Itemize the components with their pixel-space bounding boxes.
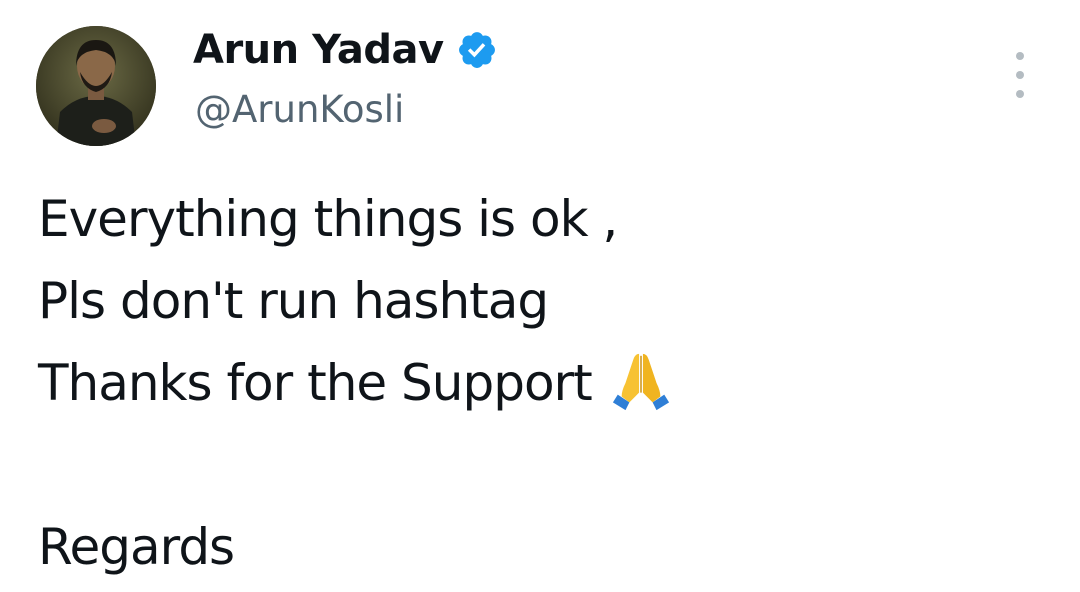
tweet-line: Thanks for the Support: [38, 342, 672, 424]
avatar[interactable]: [36, 26, 156, 146]
tweet-line-text: Pls don't run hashtag: [38, 272, 549, 330]
dot: [1016, 71, 1024, 79]
dot: [1016, 52, 1024, 60]
more-options-icon[interactable]: [1009, 52, 1031, 98]
tweet-line: Pls don't run hashtag: [38, 260, 672, 342]
tweet-line: Regards: [38, 518, 235, 576]
tweet-card: Arun Yadav @ArunKosli Everything things …: [0, 0, 1080, 592]
folded-hands-emoji: [612, 353, 669, 411]
tweet-line: [38, 424, 672, 506]
tweet-text: Everything things is ok , Pls don't run …: [38, 178, 672, 588]
avatar-photo: [36, 26, 156, 146]
display-name-row: Arun Yadav: [193, 24, 498, 76]
tweet-line: Everything things is ok ,: [38, 190, 618, 248]
user-handle[interactable]: @ArunKosli: [195, 88, 404, 131]
display-name[interactable]: Arun Yadav: [193, 27, 444, 73]
dot: [1016, 90, 1024, 98]
tweet-line-text: Thanks for the Support: [38, 354, 593, 412]
verified-badge-icon: [458, 32, 495, 68]
